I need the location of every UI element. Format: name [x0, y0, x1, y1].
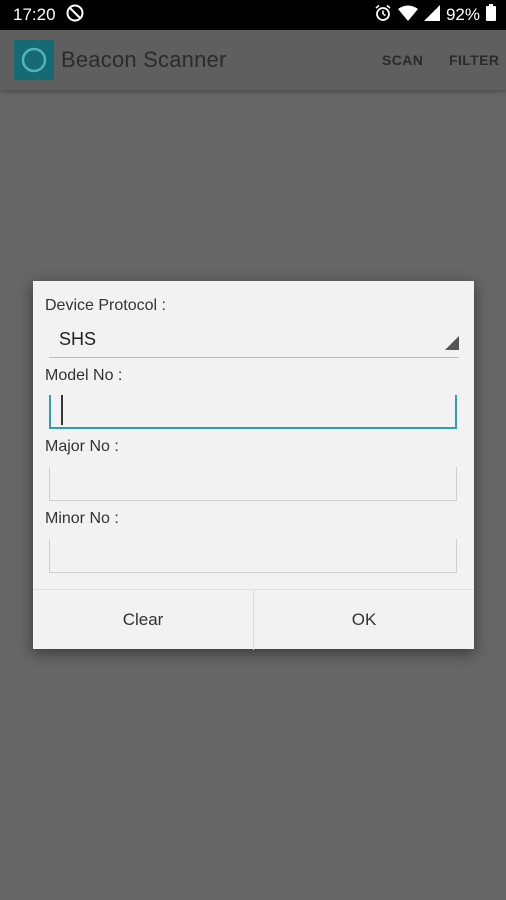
major-no-field[interactable] [49, 467, 457, 501]
minor-no-input[interactable] [50, 539, 456, 572]
battery-icon [486, 4, 496, 26]
scan-button[interactable]: SCAN [382, 52, 423, 68]
device-protocol-dropdown[interactable]: SHS [49, 325, 459, 358]
filter-button[interactable]: FILTER [449, 52, 499, 68]
model-no-field[interactable] [49, 395, 457, 429]
clear-button[interactable]: Clear [33, 590, 253, 650]
do-not-disturb-icon [66, 4, 84, 27]
dialog-button-row: Clear OK [33, 589, 474, 650]
dropdown-triangle-icon [445, 336, 459, 355]
major-no-input[interactable] [50, 467, 456, 500]
alarm-icon [374, 4, 392, 27]
minor-no-label: Minor No : [45, 510, 119, 527]
status-time: 17:20 [13, 5, 56, 24]
app-title: Beacon Scanner [61, 47, 227, 72]
text-cursor [61, 395, 63, 425]
wifi-icon [397, 5, 418, 26]
app-bar: Beacon Scanner SCAN FILTER [0, 30, 506, 90]
model-no-input[interactable] [51, 395, 455, 427]
filter-dialog: Device Protocol : SHS Model No : Major N… [33, 281, 474, 650]
status-bar: 17:20 92% [0, 0, 506, 30]
battery-level: 92% [445, 5, 480, 24]
device-protocol-value: SHS [59, 329, 97, 349]
minor-no-field[interactable] [49, 539, 457, 573]
model-no-label: Model No : [45, 367, 123, 384]
ok-button[interactable]: OK [253, 590, 474, 650]
app-logo-icon [14, 40, 54, 80]
major-no-label: Major No : [45, 438, 119, 455]
device-protocol-label: Device Protocol : [45, 297, 166, 314]
signal-icon [423, 4, 440, 26]
